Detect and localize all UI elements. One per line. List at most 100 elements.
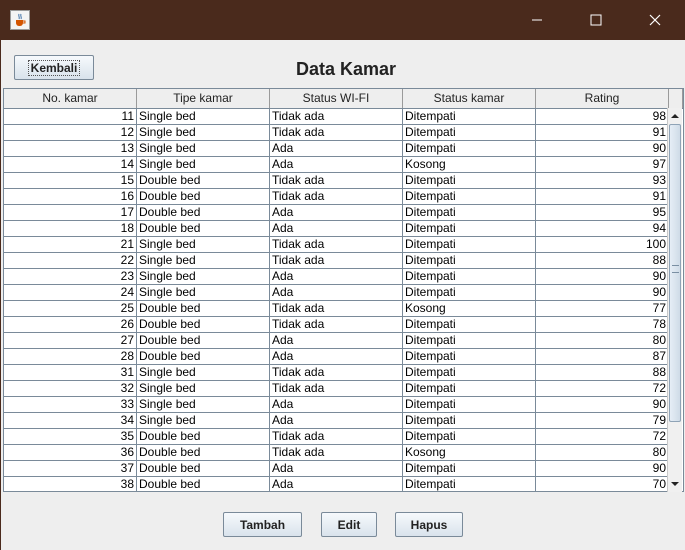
cell-room-type[interactable]: Double bed <box>137 173 270 189</box>
cell-rating[interactable]: 80 <box>536 333 669 349</box>
cell-wifi-status[interactable]: Tidak ada <box>270 125 403 141</box>
cell-room-type[interactable]: Double bed <box>137 349 270 365</box>
cell-room-type[interactable]: Double bed <box>137 477 270 491</box>
table-row[interactable]: 17 Double bed Ada Ditempati 95 <box>4 205 683 221</box>
cell-rating[interactable]: 98 <box>536 109 669 125</box>
cell-wifi-status[interactable]: Tidak ada <box>270 189 403 205</box>
cell-room-number[interactable]: 21 <box>4 237 137 253</box>
cell-room-type[interactable]: Double bed <box>137 189 270 205</box>
cell-rating[interactable]: 90 <box>536 461 669 477</box>
table-row[interactable]: 22 Single bed Tidak ada Ditempati 88 <box>4 253 683 269</box>
cell-wifi-status[interactable]: Tidak ada <box>270 365 403 381</box>
cell-room-type[interactable]: Single bed <box>137 285 270 301</box>
cell-room-number[interactable]: 23 <box>4 269 137 285</box>
cell-rating[interactable]: 79 <box>536 413 669 429</box>
cell-room-type[interactable]: Double bed <box>137 461 270 477</box>
table-row[interactable]: 38 Double bed Ada Ditempati 70 <box>4 477 683 491</box>
cell-room-status[interactable]: Ditempati <box>403 333 536 349</box>
table-row[interactable]: 14 Single bed Ada Kosong 97 <box>4 157 683 173</box>
cell-room-number[interactable]: 37 <box>4 461 137 477</box>
cell-room-type[interactable]: Single bed <box>137 109 270 125</box>
cell-wifi-status[interactable]: Tidak ada <box>270 445 403 461</box>
cell-room-status[interactable]: Ditempati <box>403 109 536 125</box>
cell-room-number[interactable]: 13 <box>4 141 137 157</box>
cell-room-number[interactable]: 18 <box>4 221 137 237</box>
column-header-wifi-status[interactable]: Status WI-FI <box>270 89 403 108</box>
cell-room-type[interactable]: Single bed <box>137 237 270 253</box>
cell-rating[interactable]: 100 <box>536 237 669 253</box>
column-header-room-status[interactable]: Status kamar <box>403 89 536 108</box>
table-row[interactable]: 27 Double bed Ada Ditempati 80 <box>4 333 683 349</box>
cell-room-number[interactable]: 17 <box>4 205 137 221</box>
cell-room-status[interactable]: Ditempati <box>403 413 536 429</box>
cell-room-status[interactable]: Ditempati <box>403 285 536 301</box>
cell-wifi-status[interactable]: Tidak ada <box>270 381 403 397</box>
cell-room-type[interactable]: Double bed <box>137 429 270 445</box>
cell-room-number[interactable]: 32 <box>4 381 137 397</box>
cell-wifi-status[interactable]: Ada <box>270 397 403 413</box>
cell-rating[interactable]: 94 <box>536 221 669 237</box>
cell-room-type[interactable]: Double bed <box>137 317 270 333</box>
cell-wifi-status[interactable]: Tidak ada <box>270 301 403 317</box>
maximize-button[interactable] <box>573 0 619 40</box>
minimize-button[interactable] <box>514 0 560 40</box>
cell-room-number[interactable]: 11 <box>4 109 137 125</box>
cell-rating[interactable]: 88 <box>536 253 669 269</box>
table-row[interactable]: 23 Single bed Ada Ditempati 90 <box>4 269 683 285</box>
delete-button[interactable]: Hapus <box>395 512 463 537</box>
cell-room-status[interactable]: Ditempati <box>403 461 536 477</box>
cell-room-type[interactable]: Single bed <box>137 365 270 381</box>
cell-room-number[interactable]: 12 <box>4 125 137 141</box>
cell-room-status[interactable]: Ditempati <box>403 397 536 413</box>
cell-room-status[interactable]: Kosong <box>403 157 536 173</box>
cell-room-number[interactable]: 38 <box>4 477 137 491</box>
cell-room-type[interactable]: Single bed <box>137 381 270 397</box>
cell-room-number[interactable]: 24 <box>4 285 137 301</box>
cell-room-type[interactable]: Double bed <box>137 301 270 317</box>
cell-room-number[interactable]: 35 <box>4 429 137 445</box>
table-row[interactable]: 11 Single bed Tidak ada Ditempati 98 <box>4 109 683 125</box>
cell-room-number[interactable]: 22 <box>4 253 137 269</box>
cell-rating[interactable]: 72 <box>536 381 669 397</box>
table-row[interactable]: 35 Double bed Tidak ada Ditempati 72 <box>4 429 683 445</box>
cell-room-number[interactable]: 14 <box>4 157 137 173</box>
cell-room-status[interactable]: Ditempati <box>403 349 536 365</box>
cell-room-status[interactable]: Ditempati <box>403 141 536 157</box>
cell-room-status[interactable]: Ditempati <box>403 269 536 285</box>
cell-room-number[interactable]: 26 <box>4 317 137 333</box>
cell-wifi-status[interactable]: Ada <box>270 269 403 285</box>
cell-wifi-status[interactable]: Ada <box>270 221 403 237</box>
cell-room-status[interactable]: Ditempati <box>403 365 536 381</box>
table-row[interactable]: 18 Double bed Ada Ditempati 94 <box>4 221 683 237</box>
cell-wifi-status[interactable]: Ada <box>270 349 403 365</box>
cell-room-status[interactable]: Ditempati <box>403 189 536 205</box>
table-row[interactable]: 12 Single bed Tidak ada Ditempati 91 <box>4 125 683 141</box>
cell-wifi-status[interactable]: Tidak ada <box>270 317 403 333</box>
column-header-room-number[interactable]: No. kamar <box>4 89 137 108</box>
add-button[interactable]: Tambah <box>223 512 302 537</box>
cell-room-number[interactable]: 28 <box>4 349 137 365</box>
edit-button[interactable]: Edit <box>321 512 377 537</box>
table-row[interactable]: 26 Double bed Tidak ada Ditempati 78 <box>4 317 683 333</box>
cell-rating[interactable]: 95 <box>536 205 669 221</box>
cell-room-status[interactable]: Ditempati <box>403 125 536 141</box>
cell-wifi-status[interactable]: Tidak ada <box>270 173 403 189</box>
table-row[interactable]: 25 Double bed Tidak ada Kosong 77 <box>4 301 683 317</box>
table-row[interactable]: 28 Double bed Ada Ditempati 87 <box>4 349 683 365</box>
cell-room-status[interactable]: Ditempati <box>403 221 536 237</box>
cell-room-status[interactable]: Ditempati <box>403 205 536 221</box>
cell-rating[interactable]: 70 <box>536 477 669 491</box>
cell-rating[interactable]: 77 <box>536 301 669 317</box>
cell-room-status[interactable]: Ditempati <box>403 173 536 189</box>
cell-wifi-status[interactable]: Tidak ada <box>270 237 403 253</box>
cell-wifi-status[interactable]: Ada <box>270 477 403 491</box>
cell-rating[interactable]: 90 <box>536 141 669 157</box>
table-row[interactable]: 15 Double bed Tidak ada Ditempati 93 <box>4 173 683 189</box>
cell-room-number[interactable]: 27 <box>4 333 137 349</box>
column-header-rating[interactable]: Rating <box>536 89 669 108</box>
table-row[interactable]: 36 Double bed Tidak ada Kosong 80 <box>4 445 683 461</box>
cell-room-status[interactable]: Ditempati <box>403 477 536 491</box>
table-row[interactable]: 37 Double bed Ada Ditempati 90 <box>4 461 683 477</box>
cell-wifi-status[interactable]: Ada <box>270 461 403 477</box>
cell-rating[interactable]: 90 <box>536 285 669 301</box>
